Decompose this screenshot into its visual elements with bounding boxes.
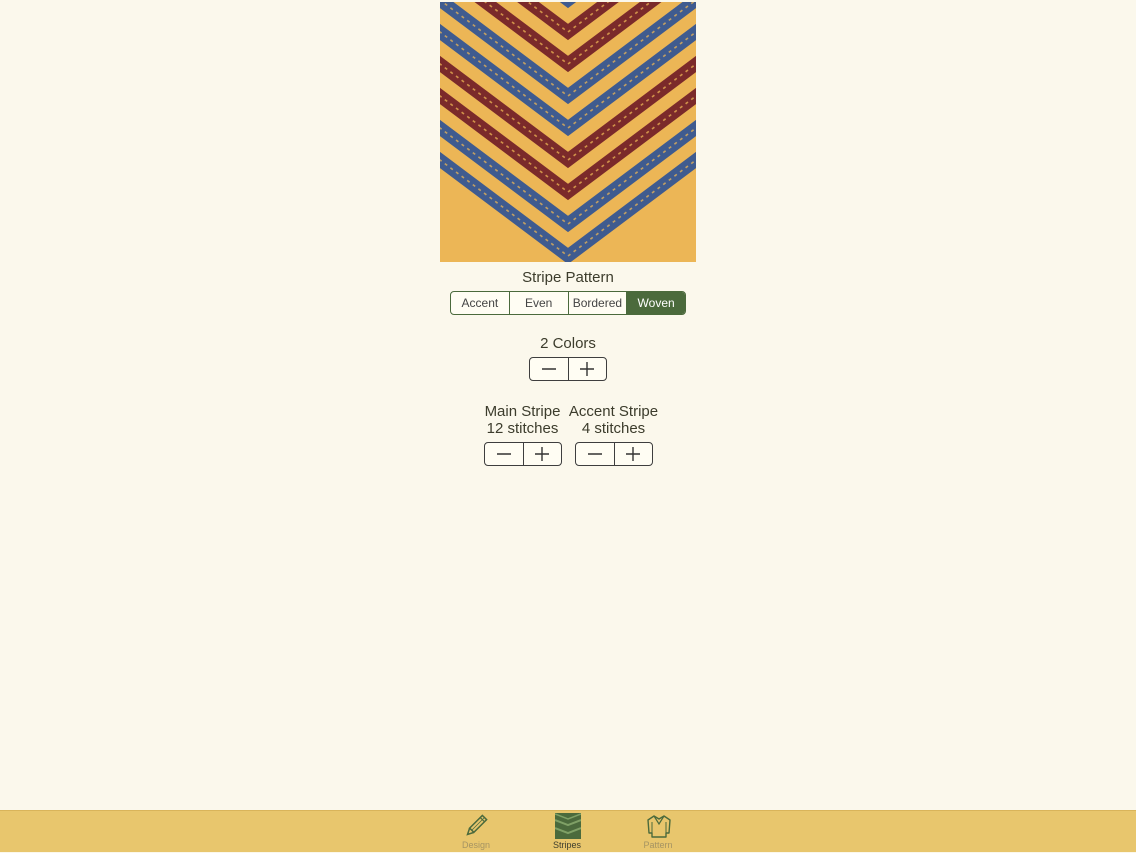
stripe-pattern-title: Stripe Pattern [522, 269, 614, 286]
accent-stripe-stepper [575, 442, 653, 466]
colors-count-label: 2 Colors [540, 335, 596, 352]
tab-stripes-label: Stripes [552, 840, 581, 850]
tab-pattern-label: Pattern [643, 840, 673, 850]
sweater-icon [646, 813, 672, 839]
pencil-icon [463, 813, 489, 839]
minus-icon [496, 453, 511, 455]
main-stripe-stepper [484, 442, 562, 466]
main-stripe-decrement-button[interactable] [485, 443, 523, 465]
minus-icon [587, 453, 602, 455]
tab-bar: Design Stripes Pattern [0, 810, 1136, 852]
plus-icon [626, 447, 641, 461]
tab-design-label: Design [461, 840, 490, 850]
minus-icon [541, 368, 556, 370]
colors-stepper [529, 357, 607, 381]
main-stripe-increment-button[interactable] [522, 443, 562, 465]
tab-pattern[interactable]: Pattern [628, 811, 688, 853]
accent-stripe-increment-button[interactable] [613, 443, 653, 465]
colors-increment-button[interactable] [567, 358, 607, 380]
plus-icon [580, 362, 595, 376]
accent-stripe-value: 4 stitches [581, 420, 646, 437]
segment-woven[interactable]: Woven [627, 292, 685, 314]
accent-stripe-decrement-button[interactable] [576, 443, 614, 465]
stripe-preview-image [440, 2, 696, 262]
plus-icon [535, 447, 550, 461]
colors-decrement-button[interactable] [530, 358, 568, 380]
segment-bordered[interactable]: Bordered [569, 292, 628, 314]
segment-accent[interactable]: Accent [451, 292, 510, 314]
stripe-pattern-selector: Accent Even Bordered Woven [450, 291, 686, 315]
tab-stripes[interactable]: Stripes [537, 811, 597, 853]
segment-even[interactable]: Even [510, 292, 569, 314]
accent-stripe-title: Accent Stripe [568, 403, 659, 420]
stripes-icon [555, 813, 581, 839]
tab-design[interactable]: Design [446, 811, 506, 853]
